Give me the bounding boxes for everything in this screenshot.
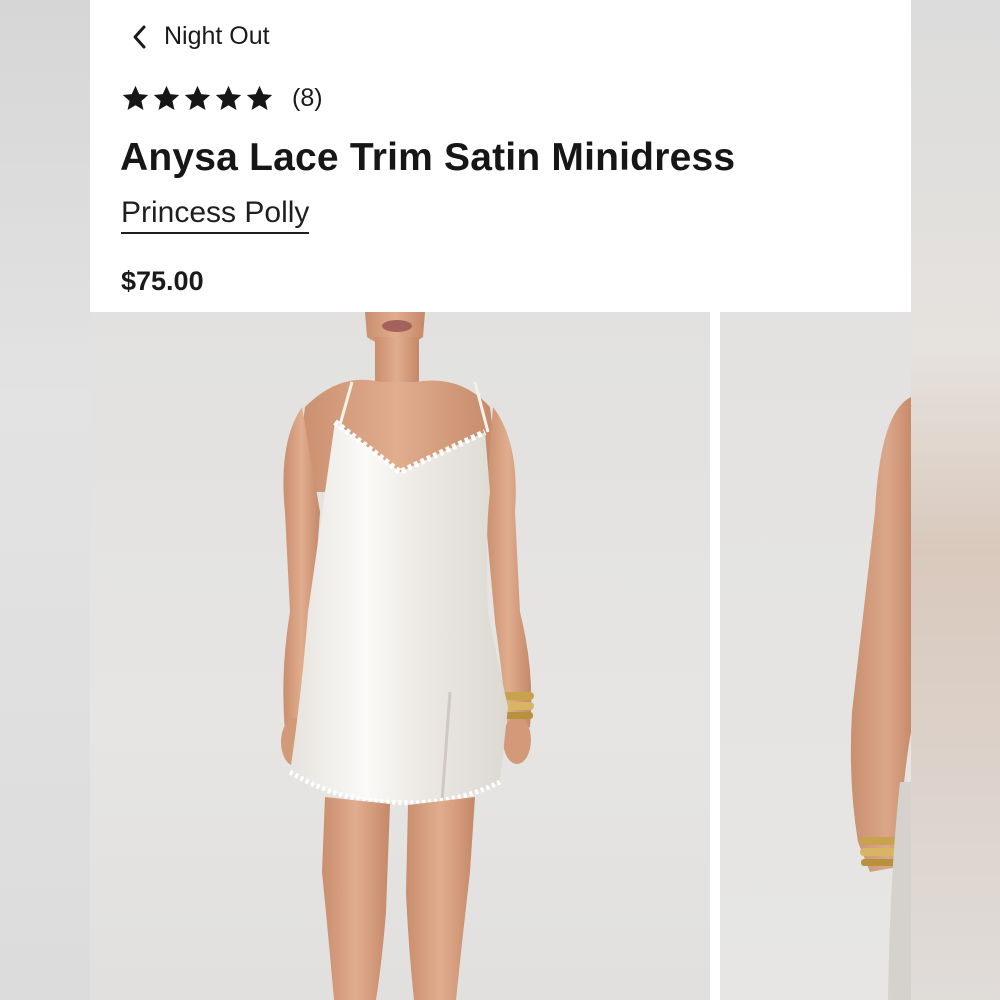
product-image-main[interactable] (90, 312, 710, 1000)
chevron-left-icon (133, 25, 146, 48)
product-rating[interactable]: (8) (121, 84, 323, 113)
star-icon (153, 85, 180, 110)
backdrop-left (0, 0, 90, 1000)
brand-link[interactable]: Princess Polly (121, 196, 310, 234)
star-icon (184, 85, 211, 110)
star-icon (122, 85, 149, 110)
star-rating (121, 84, 274, 113)
product-title: Anysa Lace Trim Satin Minidress (120, 136, 736, 179)
back-link[interactable]: Night Out (130, 22, 270, 51)
model-side-image (850, 397, 911, 1000)
product-page: Night Out (8) Anysa Lace Trim Satin Mini… (90, 0, 911, 1000)
product-image-secondary[interactable] (720, 312, 911, 1000)
back-link-label: Night Out (164, 22, 270, 50)
review-count: (8) (292, 84, 323, 112)
product-header: Night Out (8) Anysa Lace Trim Satin Mini… (90, 0, 911, 312)
model-front-image (281, 312, 534, 1000)
star-icon (246, 85, 273, 110)
backdrop-right (911, 0, 1000, 1000)
product-image-gallery[interactable] (90, 312, 911, 1000)
star-icon (215, 85, 242, 110)
product-price: $75.00 (121, 266, 204, 296)
